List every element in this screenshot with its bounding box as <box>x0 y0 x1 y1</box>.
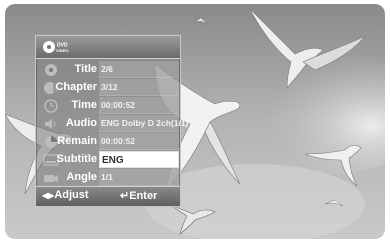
osd-row-value: 2/6 <box>99 61 179 78</box>
adjust-hint: ◀▶Adjust <box>42 189 89 201</box>
video-screen: DVD VIDEO Title 2/6 Chapter 3/12 Time 00… <box>5 4 385 239</box>
osd-row-value: 3/12 <box>99 79 179 96</box>
osd-row-label: Audio <box>65 117 97 129</box>
osd-row-value: 1/1 <box>99 169 179 186</box>
enter-hint: ↵Enter <box>120 189 157 202</box>
osd-row-label: Remain <box>57 135 97 147</box>
osd-row-title[interactable]: Title 2/6 <box>36 61 180 79</box>
enter-return-icon: ↵ <box>120 190 130 202</box>
left-right-arrows-icon: ◀▶ <box>42 191 55 200</box>
osd-footer: ◀▶Adjust ↵Enter <box>36 186 180 206</box>
svg-text:VIDEO: VIDEO <box>56 48 68 53</box>
osd-row-value: 00:00:52 <box>99 133 179 150</box>
osd-row-label: Angle <box>66 171 97 183</box>
osd-row-label: Time <box>71 99 97 111</box>
osd-row-angle[interactable]: Angle 1/1 <box>36 169 180 187</box>
osd-row-label: Chapter <box>55 81 97 93</box>
osd-row-value: ENG <box>99 151 179 168</box>
osd-row-audio[interactable]: Audio ENG Dolby D 2ch(1/1) <box>36 115 188 133</box>
osd-header: DVD VIDEO <box>36 36 180 59</box>
osd-row-time[interactable]: Time 00:00:52 <box>36 97 180 115</box>
osd-row-subtitle[interactable]: Subtitle ENG <box>36 151 180 169</box>
osd-row-remain[interactable]: Remain 00:00:52 <box>36 133 180 151</box>
dvd-video-logo-icon: DVD VIDEO <box>43 41 68 53</box>
osd-row-value: ENG Dolby D 2ch(1/1) <box>99 115 188 132</box>
osd-row-label: Subtitle <box>56 153 97 165</box>
adjust-label: Adjust <box>54 189 89 201</box>
osd-row-chapter[interactable]: Chapter 3/12 <box>36 79 180 97</box>
enter-label: Enter <box>129 190 158 202</box>
osd-row-value: 00:00:52 <box>99 97 179 114</box>
osd-row-label: Title <box>74 63 97 75</box>
info-osd-panel: DVD VIDEO Title 2/6 Chapter 3/12 Time 00… <box>35 35 188 207</box>
